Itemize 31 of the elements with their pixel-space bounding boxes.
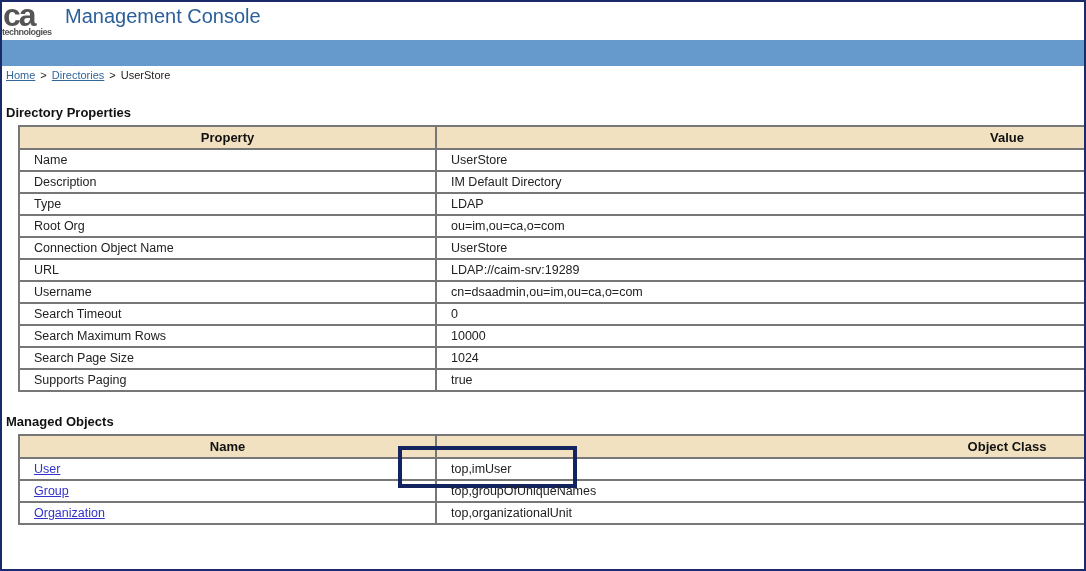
column-header: Object Class: [436, 435, 1084, 458]
app-title: Management Console: [65, 5, 261, 28]
column-header: Name: [19, 435, 436, 458]
breadcrumb-current: UserStore: [120, 69, 171, 83]
table-cell: top,organizationalUnit: [451, 506, 572, 520]
table-cell: Name: [19, 149, 436, 171]
table-cell: top,groupOfUniqueNames: [451, 484, 597, 498]
table-cell: Search Page Size: [19, 347, 436, 369]
logo-mark: ca: [3, 2, 36, 28]
table-cell: top,imUser: [451, 462, 512, 476]
table-cell: Description: [19, 171, 436, 193]
breadcrumb-separator: >: [109, 69, 116, 83]
table-cell: Type: [19, 193, 436, 215]
column-header: Property: [19, 126, 436, 149]
object-link[interactable]: Group: [34, 484, 69, 498]
section-title: Managed Objects: [6, 414, 115, 430]
object-link[interactable]: User: [34, 462, 61, 476]
table-cell: Search Timeout: [19, 303, 436, 325]
breadcrumb-link[interactable]: Directories: [51, 69, 105, 83]
object-link[interactable]: Organization: [34, 506, 105, 520]
table-cell: Root Org: [19, 215, 436, 237]
breadcrumb-separator: >: [40, 69, 47, 83]
logo-subtitle: technologies: [2, 27, 53, 37]
breadcrumb-link[interactable]: Home: [6, 69, 36, 83]
table-cell: Supports Paging: [19, 369, 436, 391]
column-header: Value: [436, 126, 1084, 149]
table-cell: Username: [19, 281, 436, 303]
table-cell: Search Maximum Rows: [19, 325, 436, 347]
table-cell: Connection Object Name: [19, 237, 436, 259]
section-title: Directory Properties: [6, 105, 132, 121]
table-cell: URL: [19, 259, 436, 281]
